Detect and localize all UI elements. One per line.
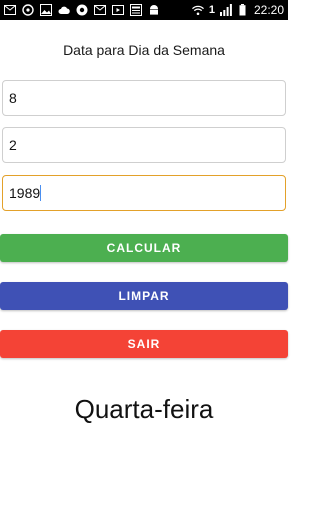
android-icon <box>148 4 160 16</box>
signal-icon <box>219 4 232 16</box>
year-input[interactable]: 1989 <box>2 175 286 211</box>
cloud-icon <box>58 4 70 16</box>
video-icon <box>112 4 124 16</box>
status-bar: 1 22:20 <box>0 0 288 20</box>
wifi-icon <box>191 4 204 16</box>
limpar-button[interactable]: LIMPAR <box>0 282 288 310</box>
page-title: Data para Dia da Semana <box>63 42 225 58</box>
mail-icon <box>4 4 16 16</box>
calcular-button[interactable]: CALCULAR <box>0 234 288 262</box>
day-value: 8 <box>9 90 17 106</box>
gallery-icon <box>40 4 52 16</box>
whatsapp-icon <box>22 4 34 16</box>
day-input[interactable]: 8 <box>2 80 286 116</box>
sim-badge: 1 <box>208 4 215 16</box>
news-icon <box>130 4 142 16</box>
clock: 22:20 <box>253 3 284 17</box>
sair-button[interactable]: SAIR <box>0 330 288 358</box>
result-text: Quarta-feira <box>74 394 214 424</box>
month-value: 2 <box>9 137 17 153</box>
year-value: 1989 <box>9 185 41 201</box>
chrome-icon <box>76 4 88 16</box>
text-cursor <box>40 185 42 201</box>
notification-icons <box>4 4 160 16</box>
battery-icon <box>237 4 249 16</box>
system-icons: 1 22:20 <box>191 3 284 17</box>
month-input[interactable]: 2 <box>2 127 286 163</box>
mail-icon <box>94 4 106 16</box>
